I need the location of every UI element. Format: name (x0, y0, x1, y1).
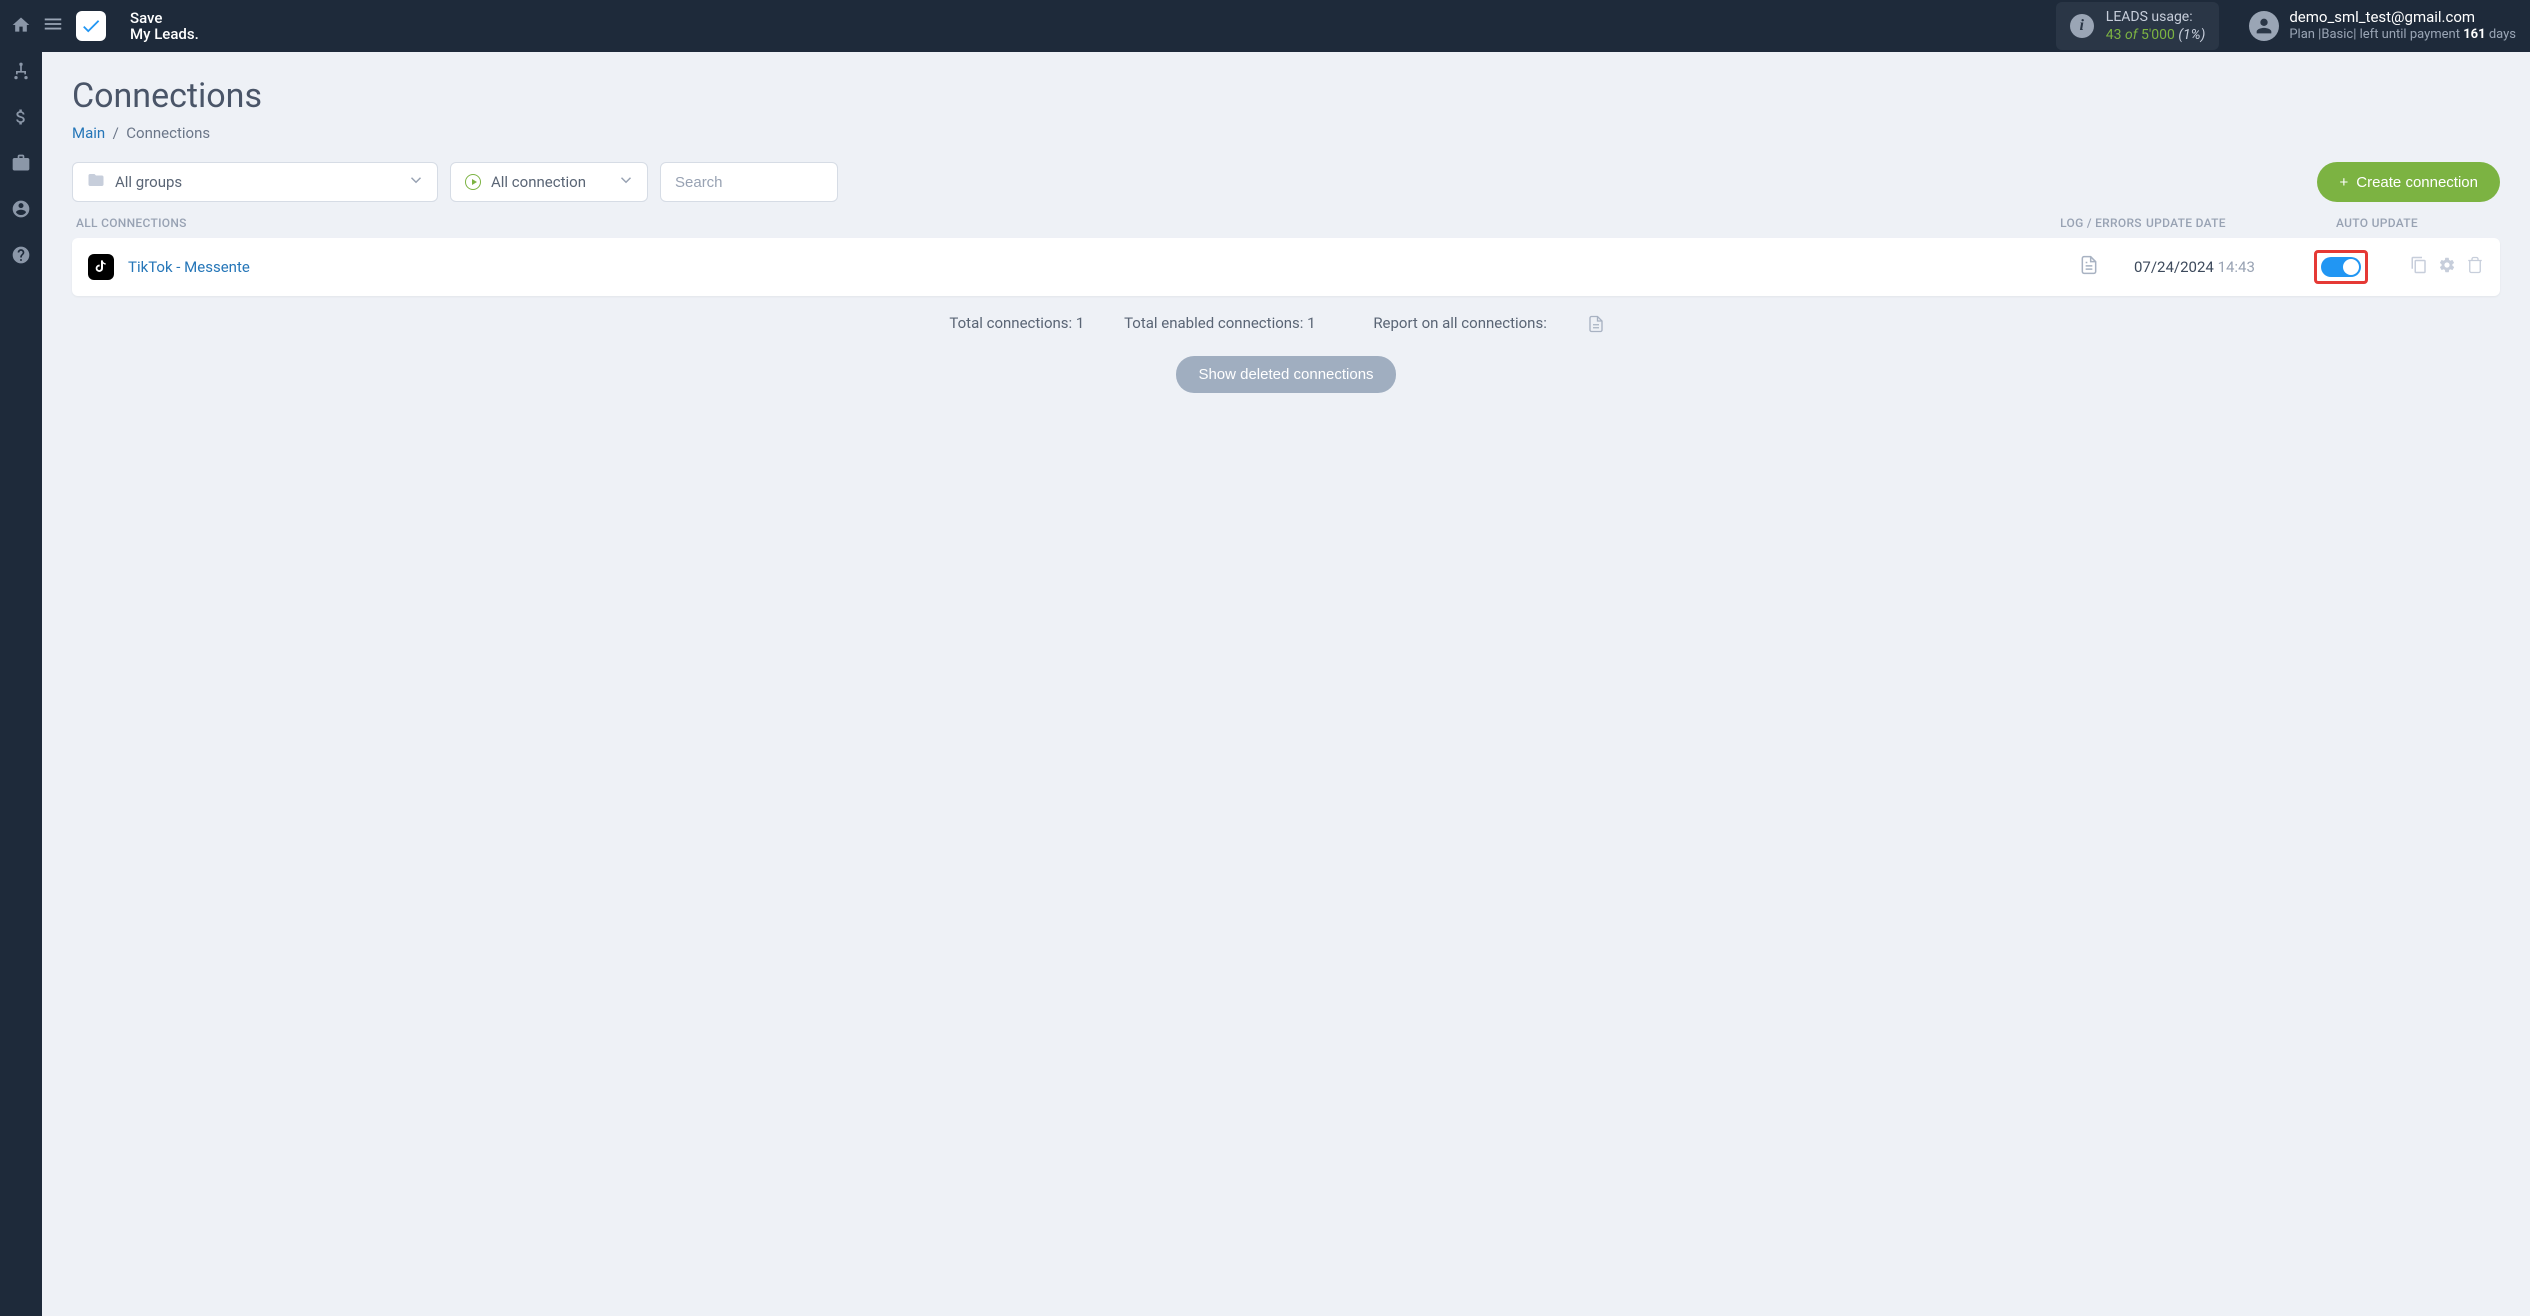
account-text: demo_sml_test@gmail.com Plan |Basic| lef… (2289, 8, 2516, 44)
breadcrumb: Main / Connections (72, 124, 2500, 142)
nav-account-icon[interactable] (10, 198, 32, 220)
logo-icon (76, 11, 106, 41)
groups-select[interactable]: All groups (72, 162, 438, 202)
chevron-down-icon (617, 171, 635, 193)
plus-icon: + (2339, 174, 2348, 191)
show-deleted-button[interactable]: Show deleted connections (1176, 356, 1395, 393)
nav-help-icon[interactable] (10, 244, 32, 266)
highlight-box (2314, 250, 2368, 284)
menu-toggle-icon[interactable] (42, 13, 66, 39)
tiktok-icon (88, 254, 114, 280)
logo-text: SaveMy Leads. (130, 10, 199, 43)
breadcrumb-main[interactable]: Main (72, 124, 105, 142)
log-icon[interactable] (2044, 255, 2134, 279)
usage-widget: i LEADS usage: 43 of 5'000 (1%) (2056, 2, 2220, 50)
copy-icon[interactable] (2410, 256, 2428, 278)
connection-row: TikTok - Messente 07/24/2024 14:43 (72, 238, 2500, 296)
topbar: SaveMy Leads. i LEADS usage: 43 of 5'000… (42, 0, 2530, 52)
breadcrumb-current: Connections (126, 124, 210, 142)
gear-icon[interactable] (2438, 256, 2456, 278)
auto-update-toggle[interactable] (2321, 257, 2361, 277)
update-date: 07/24/2024 14:43 (2134, 258, 2314, 276)
nav-home-icon[interactable] (10, 14, 32, 36)
sidebar (0, 0, 42, 1316)
folder-icon (87, 171, 105, 193)
nav-billing-icon[interactable] (10, 106, 32, 128)
account-menu[interactable]: demo_sml_test@gmail.com Plan |Basic| lef… (2249, 8, 2516, 44)
status-select[interactable]: All connection (450, 162, 648, 202)
report-icon[interactable] (1587, 316, 1605, 334)
avatar-icon (2249, 11, 2279, 41)
page-title: Connections (72, 76, 2500, 116)
play-icon (465, 174, 481, 190)
connection-name-link[interactable]: TikTok - Messente (128, 258, 2044, 276)
usage-text: LEADS usage: 43 of 5'000 (1%) (2106, 8, 2206, 44)
create-connection-button[interactable]: + Create connection (2317, 162, 2500, 202)
nav-briefcase-icon[interactable] (10, 152, 32, 174)
trash-icon[interactable] (2466, 256, 2484, 278)
nav-connections-icon[interactable] (10, 60, 32, 82)
content: Connections Main / Connections All group… (42, 52, 2530, 1316)
chevron-down-icon (407, 171, 425, 193)
table-header: ALL CONNECTIONS LOG / ERRORS UPDATE DATE… (72, 216, 2500, 238)
search-input[interactable] (660, 162, 838, 202)
info-icon: i (2070, 14, 2094, 38)
summary: Total connections: 1 Total enabled conne… (72, 314, 2500, 334)
